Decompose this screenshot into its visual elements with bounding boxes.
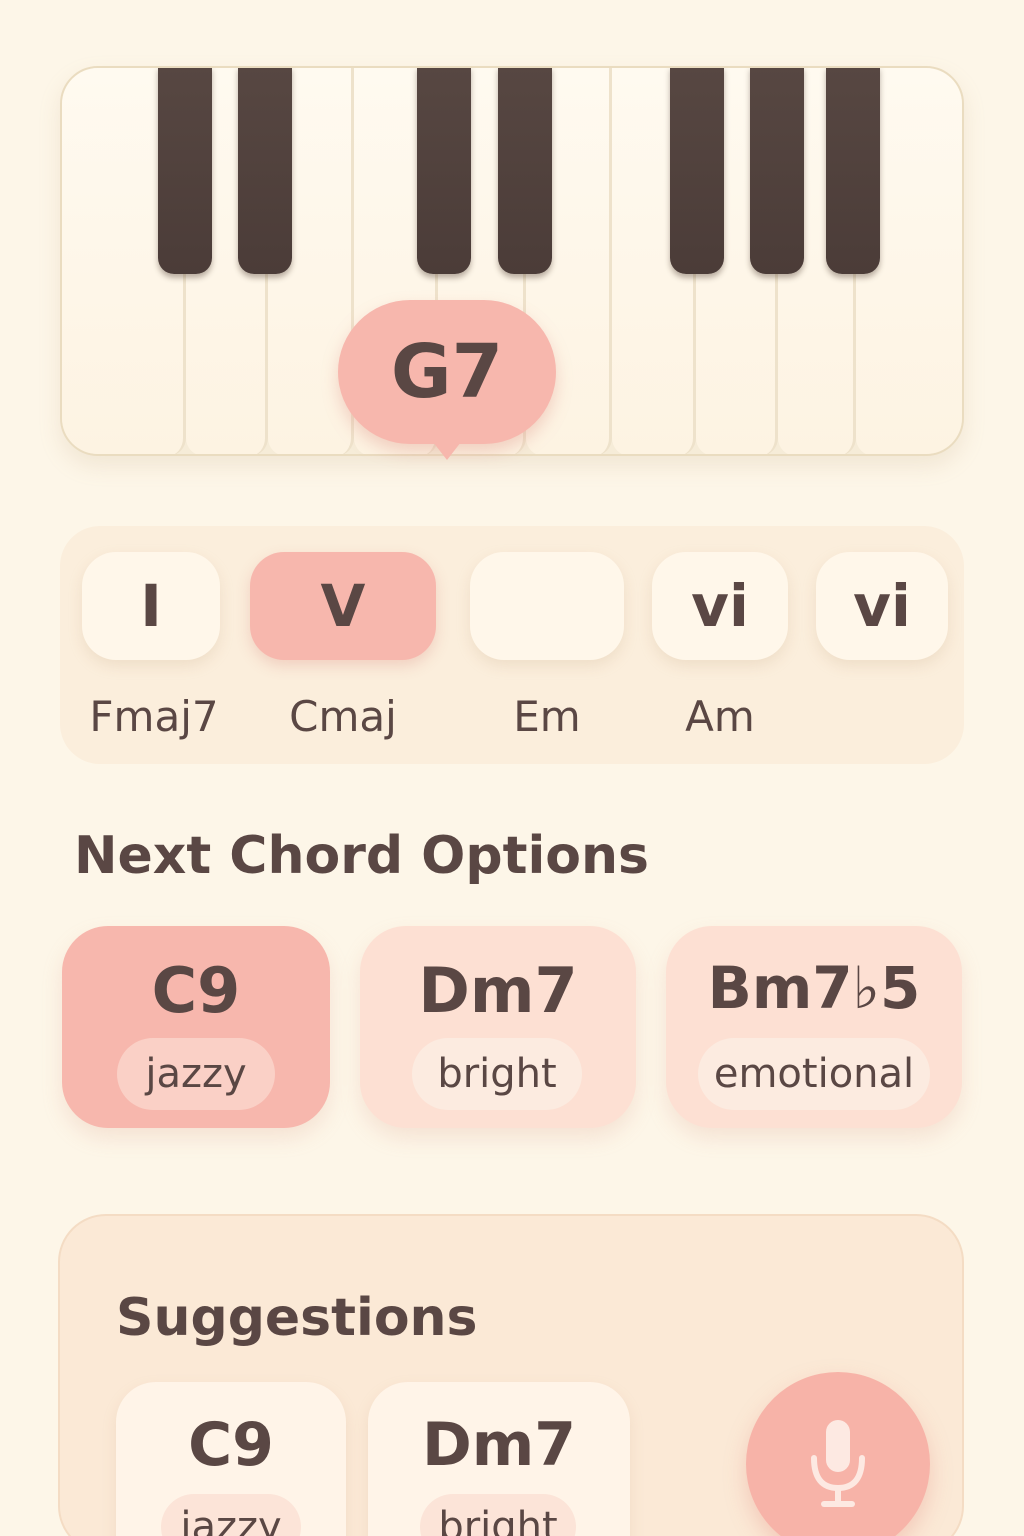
numeral-button[interactable] <box>470 552 624 660</box>
black-key[interactable] <box>826 68 880 274</box>
option-chord: Dm7 <box>418 954 578 1027</box>
suggestion-card[interactable]: C9 jazzy <box>116 1382 346 1536</box>
numeral-chord-label: Am <box>685 692 755 741</box>
option-card[interactable]: Bm7♭5 emotional <box>666 926 962 1128</box>
numeral-chord-label: Cmaj <box>289 692 397 741</box>
option-chord: C9 <box>151 954 241 1027</box>
option-tag: jazzy <box>117 1038 275 1110</box>
suggestion-tag: bright <box>420 1494 576 1536</box>
suggestion-card[interactable]: Dm7 bright <box>368 1382 630 1536</box>
numeral-button-active[interactable]: V <box>250 552 436 660</box>
black-key[interactable] <box>498 68 552 274</box>
suggestion-chord: C9 <box>188 1410 274 1480</box>
numeral-button[interactable]: I <box>82 552 220 660</box>
next-options-title: Next Chord Options <box>74 826 649 886</box>
option-tag: emotional <box>698 1038 930 1110</box>
suggestions-title: Suggestions <box>116 1288 478 1348</box>
black-key[interactable] <box>750 68 804 274</box>
option-tag: bright <box>412 1038 582 1110</box>
microphone-icon <box>811 1420 865 1507</box>
suggestion-tag: jazzy <box>161 1494 301 1536</box>
black-key[interactable] <box>417 68 471 274</box>
option-chord: Bm7♭5 <box>707 954 921 1022</box>
numeral-chord-label: Em <box>513 692 581 741</box>
numeral-button[interactable]: vi <box>816 552 948 660</box>
black-key[interactable] <box>158 68 212 274</box>
microphone-button[interactable] <box>746 1372 930 1536</box>
current-chord-bubble: G7 <box>338 300 556 460</box>
progression-panel: I V vi vi Fmaj7 Cmaj Em Am <box>60 526 964 764</box>
suggestion-chord: Dm7 <box>421 1410 577 1480</box>
option-card[interactable]: Dm7 bright <box>360 926 636 1128</box>
numeral-chord-label: Fmaj7 <box>89 692 219 741</box>
black-key[interactable] <box>238 68 292 274</box>
numeral-button[interactable]: vi <box>652 552 788 660</box>
suggestions-panel: Suggestions C9 jazzy Dm7 bright <box>58 1214 964 1536</box>
chord-app: G7 I V vi vi Fmaj7 Cmaj Em Am Next Chord… <box>0 0 1024 1536</box>
black-key[interactable] <box>670 68 724 274</box>
option-card-active[interactable]: C9 jazzy <box>62 926 330 1128</box>
